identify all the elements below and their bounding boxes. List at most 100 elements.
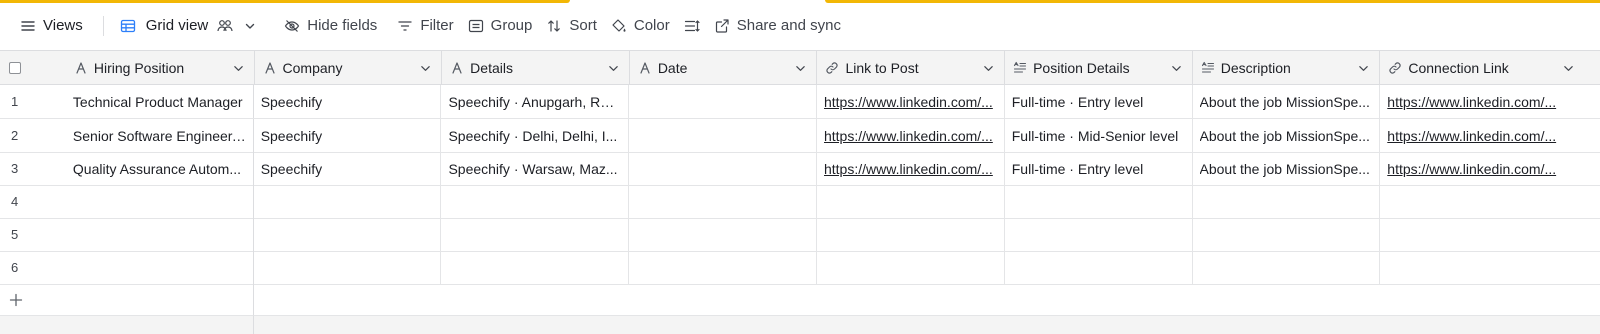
cell-text: About the job MissionSpe... bbox=[1199, 127, 1370, 144]
chevron-down-icon[interactable] bbox=[983, 63, 994, 74]
cell-link-to-post[interactable] bbox=[817, 251, 1005, 284]
paint-bucket-icon bbox=[612, 18, 626, 32]
cell-date[interactable] bbox=[629, 218, 817, 251]
cell-link[interactable]: https://www.linkedin.com/... bbox=[1387, 94, 1567, 110]
cell-hiring-position[interactable] bbox=[66, 185, 254, 218]
cell-description[interactable]: About the job MissionSpe... bbox=[1193, 152, 1381, 185]
filter-button[interactable]: Filter bbox=[390, 11, 460, 41]
cell-position-details[interactable]: Full-time · Mid-Senior level bbox=[1005, 119, 1193, 152]
text-type-icon bbox=[452, 61, 462, 74]
cell-position-details[interactable] bbox=[1005, 185, 1193, 218]
cell-link-to-post[interactable] bbox=[817, 218, 1005, 251]
cell-description[interactable]: About the job MissionSpe... bbox=[1193, 119, 1381, 152]
cell-link-to-post[interactable]: https://www.linkedin.com/... bbox=[817, 152, 1005, 185]
cell-details[interactable]: Speechify · Delhi, Delhi, I... bbox=[441, 119, 630, 152]
cell-link[interactable]: https://www.linkedin.com/... bbox=[1387, 128, 1567, 144]
view-switcher-button[interactable]: Grid view bbox=[116, 11, 264, 41]
chevron-down-icon[interactable] bbox=[233, 63, 244, 74]
cell-text: Full-time · Mid-Senior level bbox=[1011, 127, 1179, 144]
cell-position-details[interactable] bbox=[1005, 218, 1193, 251]
column-header-position-details[interactable]: Position Details bbox=[1005, 51, 1193, 84]
cell-position-details[interactable]: Full-time · Entry level bbox=[1005, 152, 1193, 185]
cell-details[interactable] bbox=[441, 218, 630, 251]
row-number: 6 bbox=[11, 260, 19, 275]
cell-company[interactable] bbox=[254, 251, 442, 284]
cell-hiring-position[interactable]: Technical Product Manager bbox=[66, 85, 254, 118]
cell-date[interactable] bbox=[629, 251, 817, 284]
column-header-description[interactable]: Description bbox=[1193, 51, 1381, 84]
column-header-label: Link to Post bbox=[845, 59, 919, 76]
select-all-checkbox[interactable] bbox=[9, 61, 21, 74]
cell-details[interactable]: Speechify · Anupgarh, Raj... bbox=[441, 85, 630, 118]
color-button[interactable]: Color bbox=[604, 11, 677, 41]
cell-hiring-position[interactable]: Quality Assurance Autom... bbox=[66, 152, 254, 185]
chevron-down-icon[interactable] bbox=[1171, 63, 1182, 74]
share-and-sync-button[interactable]: Share and sync bbox=[707, 11, 848, 41]
cell-link[interactable]: https://www.linkedin.com/... bbox=[1387, 161, 1567, 177]
cell-date[interactable] bbox=[629, 185, 817, 218]
cell-link-to-post[interactable] bbox=[817, 185, 1005, 218]
sort-label: Sort bbox=[569, 17, 597, 34]
table-row[interactable]: 5 bbox=[0, 218, 1600, 252]
chevron-down-icon[interactable] bbox=[608, 63, 619, 74]
add-record-button[interactable] bbox=[0, 284, 254, 316]
cell-connection-link[interactable] bbox=[1380, 185, 1600, 218]
cell-link-to-post[interactable]: https://www.linkedin.com/... bbox=[817, 119, 1005, 152]
cell-link-to-post[interactable]: https://www.linkedin.com/... bbox=[817, 85, 1005, 118]
cell-company[interactable]: Speechify bbox=[254, 85, 442, 118]
sort-button[interactable]: Sort bbox=[539, 11, 604, 41]
cell-company[interactable]: Speechify bbox=[254, 119, 442, 152]
chevron-down-icon[interactable] bbox=[1358, 63, 1369, 74]
cell-connection-link[interactable]: https://www.linkedin.com/... bbox=[1380, 85, 1600, 118]
cell-description[interactable] bbox=[1193, 218, 1381, 251]
color-label: Color bbox=[633, 17, 670, 34]
table-row[interactable]: 4 bbox=[0, 185, 1600, 219]
table-row[interactable]: 1 Technical Product Manager Speechify Sp… bbox=[0, 85, 1600, 119]
table-row[interactable]: 6 bbox=[0, 251, 1600, 285]
group-button[interactable]: Group bbox=[461, 11, 540, 41]
cell-hiring-position[interactable] bbox=[66, 218, 254, 251]
table-row[interactable]: 2 Senior Software Engineer,... Speechify… bbox=[0, 119, 1600, 153]
cell-company[interactable] bbox=[254, 185, 442, 218]
cell-details[interactable] bbox=[441, 251, 630, 284]
cell-position-details[interactable]: Full-time · Entry level bbox=[1005, 85, 1193, 118]
hide-fields-button[interactable]: Hide fields bbox=[277, 11, 384, 41]
column-header-company[interactable]: Company bbox=[255, 51, 443, 84]
cell-company[interactable]: Speechify bbox=[254, 152, 442, 185]
cell-company[interactable] bbox=[254, 218, 442, 251]
cell-description[interactable]: About the job MissionSpe... bbox=[1193, 85, 1381, 118]
table-row[interactable]: 3 Quality Assurance Autom... Speechify S… bbox=[0, 152, 1600, 186]
row-height-button[interactable] bbox=[677, 11, 707, 41]
column-header-details[interactable]: Details bbox=[442, 51, 630, 84]
select-all-cell[interactable] bbox=[0, 51, 66, 84]
cell-connection-link[interactable] bbox=[1380, 251, 1600, 284]
column-header-connection-link[interactable]: Connection Link bbox=[1380, 51, 1600, 84]
cell-hiring-position[interactable] bbox=[66, 251, 254, 284]
cell-description[interactable] bbox=[1193, 185, 1381, 218]
cell-description[interactable] bbox=[1193, 251, 1381, 284]
cell-position-details[interactable] bbox=[1005, 251, 1193, 284]
column-header-hiring-position[interactable]: Hiring Position bbox=[66, 51, 255, 84]
chevron-down-icon[interactable] bbox=[1563, 63, 1574, 74]
cell-date[interactable] bbox=[629, 119, 817, 152]
text-type-icon bbox=[640, 61, 650, 74]
cell-connection-link[interactable]: https://www.linkedin.com/... bbox=[1380, 119, 1600, 152]
cell-date[interactable] bbox=[629, 152, 817, 185]
cell-connection-link[interactable]: https://www.linkedin.com/... bbox=[1380, 152, 1600, 185]
filter-label: Filter bbox=[420, 17, 454, 34]
cell-link[interactable]: https://www.linkedin.com/... bbox=[824, 128, 997, 144]
cell-link[interactable]: https://www.linkedin.com/... bbox=[824, 161, 997, 177]
cell-details[interactable]: Speechify · Warsaw, Maz... bbox=[441, 152, 630, 185]
chevron-down-icon[interactable] bbox=[795, 63, 806, 74]
cell-text: Full-time · Entry level bbox=[1011, 93, 1144, 110]
views-button[interactable]: Views bbox=[18, 11, 90, 41]
cell-connection-link[interactable] bbox=[1380, 218, 1600, 251]
cell-details[interactable] bbox=[441, 185, 630, 218]
cell-hiring-position[interactable]: Senior Software Engineer,... bbox=[66, 119, 254, 152]
cell-date[interactable] bbox=[629, 85, 817, 118]
chevron-down-icon bbox=[246, 23, 255, 29]
cell-link[interactable]: https://www.linkedin.com/... bbox=[824, 94, 997, 110]
column-header-date[interactable]: Date bbox=[630, 51, 818, 84]
chevron-down-icon[interactable] bbox=[420, 63, 431, 74]
column-header-link-to-post[interactable]: Link to Post bbox=[817, 51, 1006, 84]
